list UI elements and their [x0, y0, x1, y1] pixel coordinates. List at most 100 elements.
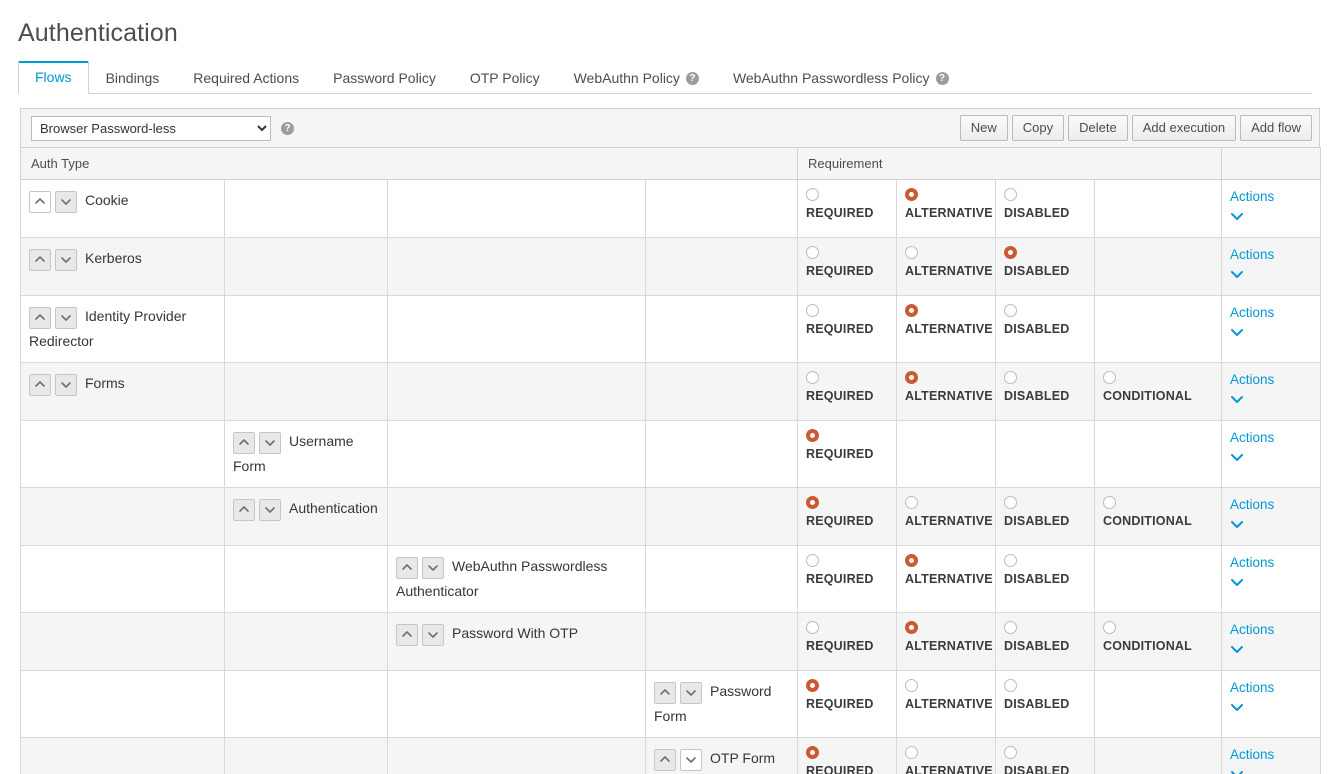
- radio-disabled[interactable]: [1004, 621, 1017, 634]
- chevron-down-icon[interactable]: [1230, 575, 1312, 590]
- move-up-icon[interactable]: [29, 248, 51, 271]
- requirement-empty-cell: [1094, 295, 1222, 363]
- radio-required[interactable]: [806, 621, 819, 634]
- help-circle-icon[interactable]: ?: [935, 71, 949, 85]
- move-up-icon[interactable]: [29, 190, 51, 213]
- actions-link[interactable]: Actions: [1230, 496, 1312, 514]
- auth-type-cell: WebAuthn Passwordless Authenticator: [387, 545, 646, 613]
- actions-link[interactable]: Actions: [1230, 188, 1312, 206]
- radio-disabled[interactable]: [1004, 371, 1017, 384]
- reorder-buttons: [29, 373, 77, 396]
- radio-conditional[interactable]: [1103, 496, 1116, 509]
- copy-button[interactable]: Copy: [1011, 115, 1065, 141]
- move-up-icon[interactable]: [29, 373, 51, 396]
- radio-alternative-selected[interactable]: [905, 554, 918, 567]
- actions-link[interactable]: Actions: [1230, 429, 1312, 447]
- tab-webauthn-policy[interactable]: WebAuthn Policy?: [557, 62, 716, 94]
- radio-required-selected[interactable]: [806, 679, 819, 692]
- auth-type-spacer-cell: [20, 670, 225, 738]
- chevron-down-icon[interactable]: [1230, 325, 1312, 340]
- radio-conditional[interactable]: [1103, 621, 1116, 634]
- radio-disabled[interactable]: [1004, 679, 1017, 692]
- radio-disabled[interactable]: [1004, 496, 1017, 509]
- move-up-icon[interactable]: [654, 681, 676, 704]
- tab-webauthn-passwordless-policy[interactable]: WebAuthn Passwordless Policy?: [716, 62, 966, 94]
- tab-flows[interactable]: Flows: [18, 61, 89, 94]
- radio-disabled[interactable]: [1004, 746, 1017, 759]
- chevron-down-icon[interactable]: [1230, 642, 1312, 657]
- tab-otp-policy[interactable]: OTP Policy: [453, 62, 557, 94]
- requirement-cell-alternative: ALTERNATIVE: [896, 487, 996, 546]
- add-flow-button[interactable]: Add flow: [1240, 115, 1312, 141]
- chevron-down-icon[interactable]: [1230, 267, 1312, 282]
- radio-alternative-selected[interactable]: [905, 304, 918, 317]
- chevron-down-icon[interactable]: [1230, 209, 1312, 224]
- add-execution-button[interactable]: Add execution: [1131, 115, 1237, 141]
- move-up-icon[interactable]: [233, 498, 255, 521]
- radio-alternative[interactable]: [905, 746, 918, 759]
- radio-disabled-selected[interactable]: [1004, 246, 1017, 259]
- radio-required[interactable]: [806, 188, 819, 201]
- move-up-icon[interactable]: [396, 623, 418, 646]
- help-circle-icon[interactable]: ?: [685, 71, 699, 85]
- auth-type-label: Kerberos: [85, 250, 142, 266]
- radio-required[interactable]: [806, 304, 819, 317]
- radio-disabled[interactable]: [1004, 188, 1017, 201]
- radio-required-selected[interactable]: [806, 746, 819, 759]
- requirement-empty-cell: [1094, 420, 1222, 488]
- move-down-icon[interactable]: [259, 431, 281, 454]
- actions-link[interactable]: Actions: [1230, 246, 1312, 264]
- chevron-down-icon[interactable]: [1230, 700, 1312, 715]
- actions-link[interactable]: Actions: [1230, 746, 1312, 764]
- actions-link[interactable]: Actions: [1230, 304, 1312, 322]
- requirement-cell-alternative: ALTERNATIVE: [896, 295, 996, 363]
- move-down-icon[interactable]: [422, 623, 444, 646]
- delete-button[interactable]: Delete: [1068, 115, 1128, 141]
- requirement-cell-disabled: DISABLED: [995, 737, 1095, 774]
- auth-type-spacer-cell: [224, 545, 388, 613]
- move-up-icon[interactable]: [233, 431, 255, 454]
- actions-cell: Actions: [1221, 362, 1321, 421]
- radio-required[interactable]: [806, 554, 819, 567]
- help-circle-icon[interactable]: ?: [281, 121, 294, 135]
- chevron-down-icon[interactable]: [1230, 392, 1312, 407]
- tab-bindings[interactable]: Bindings: [89, 62, 177, 94]
- move-down-icon[interactable]: [55, 373, 77, 396]
- requirement-label: ALTERNATIVE: [905, 264, 993, 278]
- radio-disabled[interactable]: [1004, 554, 1017, 567]
- auth-type-spacer-cell: [645, 362, 798, 421]
- radio-conditional[interactable]: [1103, 371, 1116, 384]
- move-down-icon[interactable]: [422, 556, 444, 579]
- move-up-icon[interactable]: [396, 556, 418, 579]
- move-down-icon[interactable]: [55, 248, 77, 271]
- chevron-down-icon[interactable]: [1230, 517, 1312, 532]
- radio-required[interactable]: [806, 246, 819, 259]
- radio-alternative[interactable]: [905, 496, 918, 509]
- flow-select[interactable]: Browser Password-less: [31, 115, 271, 141]
- move-down-icon[interactable]: [259, 498, 281, 521]
- move-down-icon[interactable]: [680, 748, 702, 771]
- new-button[interactable]: New: [959, 115, 1008, 141]
- tab-required-actions[interactable]: Required Actions: [176, 62, 316, 94]
- radio-required-selected[interactable]: [806, 429, 819, 442]
- move-down-icon[interactable]: [55, 190, 77, 213]
- actions-link[interactable]: Actions: [1230, 679, 1312, 697]
- tab-password-policy[interactable]: Password Policy: [316, 62, 453, 94]
- move-up-icon[interactable]: [654, 748, 676, 771]
- actions-link[interactable]: Actions: [1230, 554, 1312, 572]
- radio-alternative-selected[interactable]: [905, 188, 918, 201]
- chevron-down-icon[interactable]: [1230, 450, 1312, 465]
- move-down-icon[interactable]: [680, 681, 702, 704]
- radio-alternative-selected[interactable]: [905, 371, 918, 384]
- actions-link[interactable]: Actions: [1230, 621, 1312, 639]
- move-up-icon[interactable]: [29, 306, 51, 329]
- actions-link[interactable]: Actions: [1230, 371, 1312, 389]
- move-down-icon[interactable]: [55, 306, 77, 329]
- radio-alternative[interactable]: [905, 679, 918, 692]
- radio-required[interactable]: [806, 371, 819, 384]
- radio-alternative[interactable]: [905, 246, 918, 259]
- radio-alternative-selected[interactable]: [905, 621, 918, 634]
- chevron-down-icon[interactable]: [1230, 767, 1312, 774]
- radio-disabled[interactable]: [1004, 304, 1017, 317]
- radio-required-selected[interactable]: [806, 496, 819, 509]
